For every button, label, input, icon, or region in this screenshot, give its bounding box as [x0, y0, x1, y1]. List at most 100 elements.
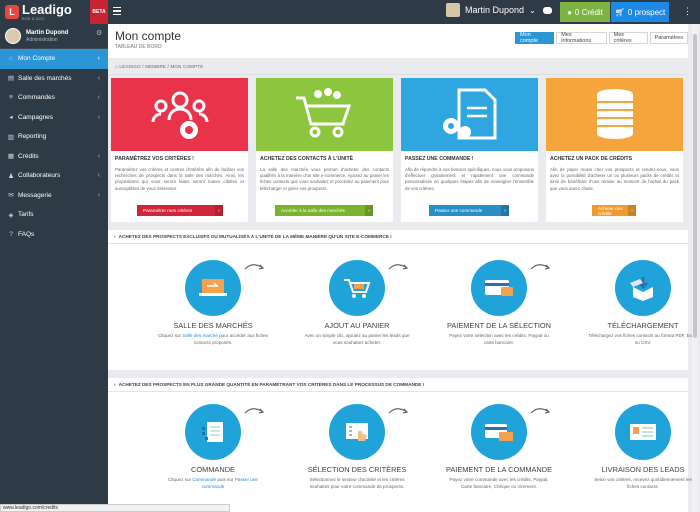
sidebar-item-faqs[interactable]: ? FAQs — [0, 225, 108, 245]
card-description: Paramétrez vos critères et centres d'int… — [115, 167, 244, 191]
step-title: TÉLÉCHARGEMENT — [607, 321, 679, 330]
top-bar: L Leadigo B2B & B2C BETA Martin Dupond ⌄… — [0, 0, 700, 24]
logo[interactable]: L Leadigo B2B & B2C — [0, 0, 90, 24]
shopping-cart-icon — [329, 260, 385, 316]
prospect-cart-button[interactable]: 🛒︎ 0 prospect — [611, 2, 669, 22]
sidebar-item-salle-des-march-s[interactable]: ▤ Salle des marchés ‹ — [0, 69, 108, 89]
envelope-icon: ✉ — [8, 192, 14, 200]
credit-button[interactable]: ● 0 Crédit — [560, 2, 610, 22]
card-illustration — [111, 78, 248, 151]
chevron-right-icon: › — [215, 205, 223, 216]
sidebar: Martin Dupond Administration ⚙ ⌂ Mon Comp… — [0, 24, 108, 512]
sidebar-item-campagnes[interactable]: ◂ Campagnes ‹ — [0, 108, 108, 128]
scrollbar-thumb[interactable] — [693, 34, 697, 338]
chevron-left-icon: ‹ — [97, 152, 100, 160]
cart-icon: ▤ — [7, 75, 15, 83]
step-title: SALLE DES MARCHÉS — [173, 321, 253, 330]
sidebar-item-label: Collaborateurs — [18, 172, 61, 180]
tab-mes-criteres[interactable]: Mes critères — [608, 32, 648, 44]
credit-label: 0 Crédit — [574, 7, 603, 17]
sidebar-item-reporting[interactable]: ▥ Reporting — [0, 127, 108, 147]
prospect-label: 0 prospect — [627, 7, 666, 17]
step-description-text: Selon vos critères, recevez quotidiennem… — [594, 477, 692, 489]
step-description: Payez votre commande avec les crédits, P… — [444, 477, 554, 491]
sidebar-item-label: Crédits — [18, 152, 39, 160]
laptop-icon — [185, 260, 241, 316]
page-header: Mon compte TABLEAU DE BORD Mon compte Me… — [108, 24, 688, 58]
card-description: Afin de payer moins cher vos prospects e… — [550, 167, 679, 191]
sidebar-item-collaborateurs[interactable]: ♟ Collaborateurs ‹ — [0, 166, 108, 186]
user-menu[interactable]: Martin Dupond ⌄ — [446, 3, 536, 17]
process-step: SALLE DES MARCHÉS Cliquez sur Salle des m… — [148, 230, 278, 370]
sidebar-item-label: Salle des marchés — [18, 74, 72, 82]
sidebar-user: Martin Dupond Administration ⚙ — [0, 24, 108, 49]
action-card: ACHETEZ UN PACK DE CRÉDITS Afin de payer … — [546, 78, 683, 222]
tag-icon: ◈ — [8, 211, 14, 219]
cart-icon: 🛒︎ — [614, 7, 625, 17]
card-illustration — [546, 78, 683, 151]
sidebar-user-name: Martin Dupond — [26, 29, 69, 36]
chevron-left-icon: ‹ — [97, 55, 100, 63]
breadcrumb-item[interactable]: LEADIGO — [119, 64, 140, 69]
curved-arrow-icon — [244, 262, 266, 272]
process-step: TÉLÉCHARGEMENT Téléchargez vos fiches con… — [578, 230, 700, 370]
curved-arrow-icon — [530, 406, 552, 416]
step-title: COMMANDE — [191, 465, 235, 474]
sidebar-item-label: Commandes — [18, 94, 55, 102]
sidebar-item-commandes[interactable]: ≡ Commandes ‹ — [0, 88, 108, 108]
card-action-button[interactable]: Paramétrer mes critères › — [137, 205, 223, 216]
action-card: PARAMÉTREZ VOS CRITÈRES ! Paramétrez vos … — [111, 78, 248, 222]
process-step: COMMANDE Cliquez sur Commande puis sur Pa… — [148, 378, 278, 512]
step-link[interactable]: Salle des marché — [182, 333, 218, 338]
step-description-text: Payez votre commande avec les crédits, P… — [449, 477, 549, 489]
sidebar-user-role: Administration — [26, 36, 58, 43]
chat-icon[interactable] — [543, 7, 552, 14]
card-title: ACHETEZ UN PACK DE CRÉDITS — [550, 156, 633, 162]
more-icon[interactable]: ⋮ — [683, 6, 692, 17]
breadcrumb-item[interactable]: MEMBRE — [145, 64, 166, 69]
card-action-label: Passer une commande — [435, 208, 483, 213]
section-unit-purchase: › ACHETEZ DES PROSPECTS EXCLUSIFS OU MUT… — [108, 230, 698, 370]
step-description: Sélectionnez le secteur d'activité et le… — [302, 477, 412, 491]
card-description: Afin de répondre à vos besoins spécifiqu… — [405, 167, 534, 191]
card-action-button[interactable]: Passer une commande › — [429, 205, 509, 216]
sidebar-item-mon-compte[interactable]: ⌂ Mon Compte ‹ — [0, 49, 108, 69]
status-url: www.leadigo.com/credits — [0, 504, 230, 512]
step-title: PAIEMENT DE LA SÉLECTION — [446, 321, 552, 330]
coins-icon: ● — [567, 7, 572, 17]
breadcrumb: ⌂ LEADIGO / MEMBRE / MON COMPTE — [115, 64, 204, 69]
chevron-right-icon: › — [114, 382, 116, 387]
step-description-text: Téléchargez vos fiches contacts au forma… — [588, 333, 698, 345]
tab-parametres[interactable]: Paramètres — [649, 32, 688, 44]
divider — [108, 74, 688, 75]
card-description: La salle des marchés vous permet d'achet… — [260, 167, 389, 191]
step-description-text: Avec un simple clic, ajoutez au panier l… — [304, 333, 410, 345]
sidebar-avatar — [5, 28, 21, 44]
users-icon: ♟ — [8, 172, 14, 180]
curved-arrow-icon — [530, 262, 552, 272]
question-icon: ? — [9, 230, 13, 238]
menu-toggle-icon[interactable] — [113, 7, 121, 17]
tab-mon-compte[interactable]: Mon compte — [515, 32, 555, 44]
page-title: Mon compte — [115, 29, 182, 43]
card-illustration — [401, 78, 538, 151]
scrollbar[interactable] — [692, 24, 698, 512]
card-action-button[interactable]: Acheter des crédits › — [592, 205, 636, 216]
step-title: AJOUT AU PANIER — [324, 321, 390, 330]
hand-pointer-icon — [329, 404, 385, 460]
logo-name: Leadigo — [22, 2, 72, 17]
step-link[interactable]: Commande — [192, 477, 216, 482]
page-subtitle: TABLEAU DE BORD — [115, 44, 162, 50]
chevron-left-icon: ‹ — [97, 94, 100, 102]
tab-mes-informations[interactable]: Mes informations — [556, 32, 607, 44]
sidebar-item-tarifs[interactable]: ◈ Tarifs — [0, 205, 108, 225]
sidebar-item-cr-dits[interactable]: ▦ Crédits ‹ — [0, 147, 108, 167]
process-step: AJOUT AU PANIER Avec un simple clic, ajou… — [292, 230, 422, 370]
user-name: Martin Dupond — [465, 5, 525, 15]
contact-cards-icon — [615, 404, 671, 460]
sidebar-item-messagerie[interactable]: ✉ Messagerie ‹ — [0, 186, 108, 206]
action-card: ACHETEZ DES CONTACTS À L'UNITÉ La salle d… — [256, 78, 393, 222]
card-action-button[interactable]: Accéder à la salle des marchés › — [275, 205, 373, 216]
gear-icon[interactable]: ⚙ — [96, 29, 102, 37]
step-description-text: Sélectionnez le secteur d'activité et le… — [309, 477, 405, 489]
